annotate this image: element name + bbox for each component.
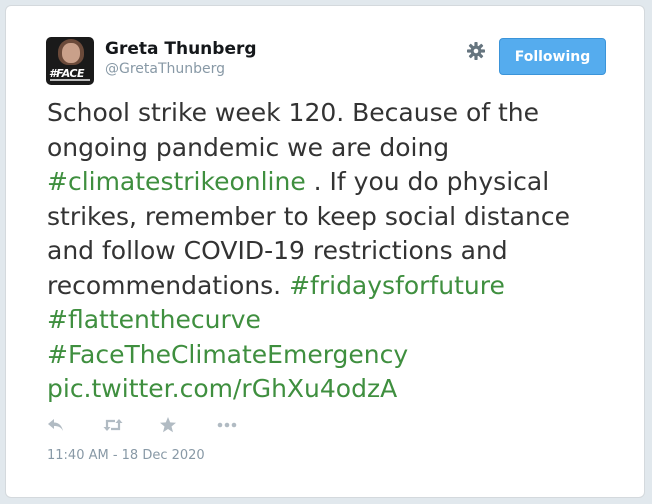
display-name[interactable]: Greta Thunberg (105, 39, 257, 59)
tweet-timestamp[interactable]: 11:40 AM - 18 Dec 2020 (47, 448, 205, 463)
hashtag-link[interactable]: #FaceTheClimateEmergency (47, 340, 408, 369)
tweet-text-part: School strike week 120. Because of the o… (47, 98, 540, 162)
pic-link[interactable]: pic.twitter.com/rGhXu4odzA (47, 374, 397, 403)
retweet-icon[interactable] (102, 416, 124, 434)
tweet-text: School strike week 120. Because of the o… (47, 96, 607, 407)
star-icon[interactable] (159, 416, 177, 434)
hashtag-link[interactable]: #fridaysforfuture (289, 271, 505, 300)
gear-icon[interactable] (466, 41, 486, 61)
avatar-face (62, 43, 80, 63)
reply-icon[interactable] (46, 416, 66, 434)
more-icon[interactable] (216, 416, 238, 434)
hashtag-link[interactable]: #climatestrikeonline (47, 167, 306, 196)
following-button[interactable]: Following (499, 38, 606, 75)
hashtag-link[interactable]: #flattenthecurve (47, 305, 261, 334)
user-handle[interactable]: @GretaThunberg (105, 61, 225, 77)
embedded-tweet-card: #FACE Greta Thunberg @GretaThunberg Foll… (5, 5, 645, 498)
avatar-caption-line (50, 79, 90, 81)
avatar[interactable]: #FACE (46, 37, 94, 85)
